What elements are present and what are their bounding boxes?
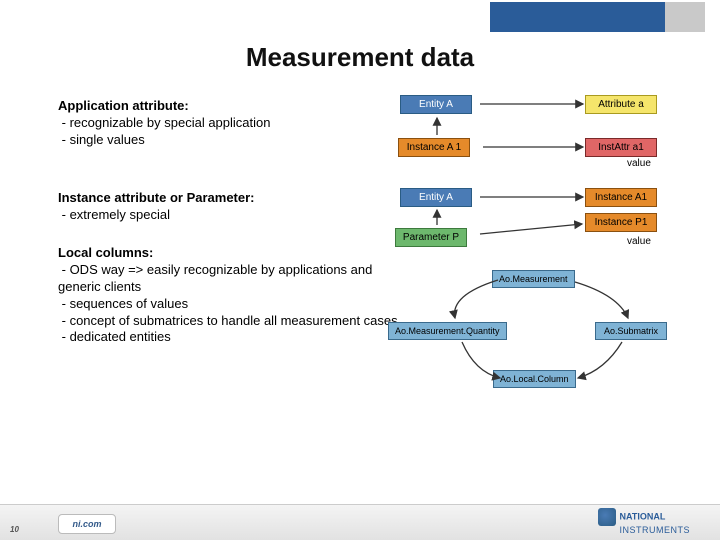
box-instance-p1: Instance P1 xyxy=(585,213,657,232)
box-entity-a-1: Entity A xyxy=(400,95,472,114)
box-instance-a1-b: Instance A1 xyxy=(585,188,657,207)
page-number: 10 xyxy=(10,525,19,534)
header-accent xyxy=(490,2,665,32)
section-local-columns: Local columns: - ODS way => easily recog… xyxy=(58,245,398,346)
box-ao-local-column: Ao.Local.Column xyxy=(493,370,576,388)
ni-logo: NATIONAL INSTRUMENTS xyxy=(598,508,691,536)
box-ao-measurement: Ao.Measurement xyxy=(492,270,575,288)
box-parameter-p: Parameter P xyxy=(395,228,467,247)
label-value-2: value xyxy=(627,236,651,247)
nicom-badge: ni.com xyxy=(58,514,116,534)
label-value-1: value xyxy=(627,158,651,169)
box-ao-submatrix: Ao.Submatrix xyxy=(595,322,667,340)
box-ao-measurement-quantity: Ao.Measurement.Quantity xyxy=(388,322,507,340)
box-attribute-a: Attribute a xyxy=(585,95,657,114)
box-instance-a1: Instance A 1 xyxy=(398,138,470,157)
ni-eagle-icon xyxy=(598,508,616,526)
slide-title: Measurement data xyxy=(0,42,720,73)
section-application-attribute: Application attribute: - recognizable by… xyxy=(58,98,368,149)
box-entity-a-2: Entity A xyxy=(400,188,472,207)
box-instattr-a1: InstAttr a1 xyxy=(585,138,657,157)
section-instance-attribute: Instance attribute or Parameter: - extre… xyxy=(58,190,368,224)
